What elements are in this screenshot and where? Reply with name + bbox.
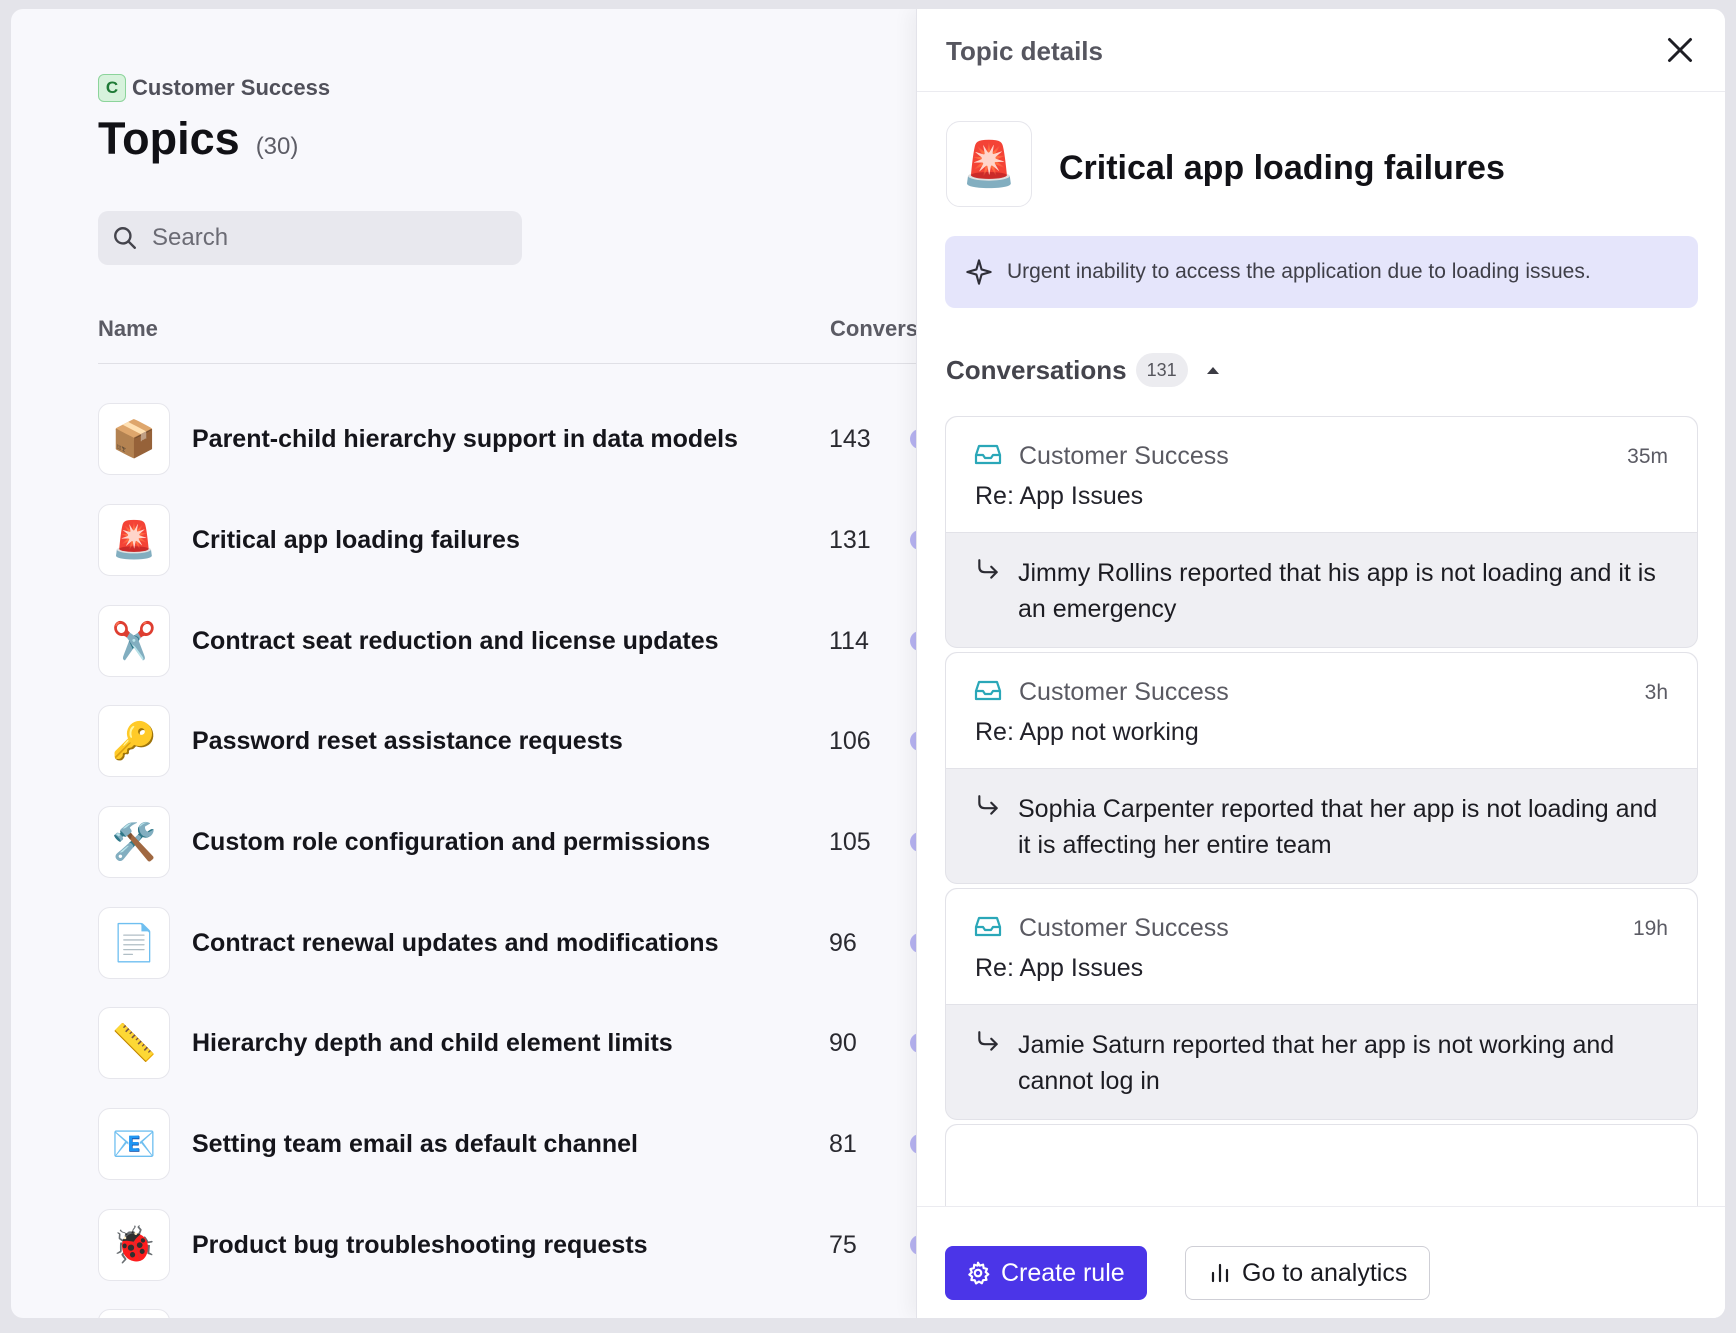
- table-row[interactable]: 🔑 Password reset assistance requests 106: [98, 705, 950, 777]
- create-rule-label: Create rule: [1001, 1258, 1125, 1287]
- conversation-count: 143: [829, 424, 871, 453]
- drawer-title: Topic details: [946, 36, 1103, 66]
- conversations-count-badge: 131: [1135, 353, 1188, 387]
- bug-icon: 🐞: [98, 1209, 170, 1281]
- search-box[interactable]: [98, 211, 522, 265]
- go-to-analytics-button[interactable]: Go to analytics: [1185, 1246, 1431, 1300]
- siren-icon: 🚨: [946, 121, 1032, 207]
- create-rule-button[interactable]: Create rule: [945, 1246, 1147, 1300]
- key-icon: 🔑: [98, 705, 170, 777]
- card-header: Customer Success 3h Re: App not working: [946, 653, 1697, 769]
- column-header-name[interactable]: Name: [98, 316, 158, 342]
- reply-arrow-icon: [978, 559, 998, 579]
- table-row[interactable]: 🛠️ Custom role configuration and permiss…: [98, 806, 950, 878]
- search-icon: [114, 227, 136, 249]
- drawer-footer: Create rule Go to analytics: [917, 1206, 1725, 1318]
- topic-name[interactable]: Hierarchy depth and child element limits: [192, 1029, 673, 1058]
- conversation-count: 105: [829, 827, 871, 856]
- conversation-subject: Re: App not working: [975, 718, 1199, 746]
- table-row[interactable]: 📧 Setting team email as default channel …: [98, 1108, 950, 1180]
- app-window: C Customer Success Topics (30) Name Conv…: [11, 9, 1725, 1318]
- conversation-count: 90: [829, 1028, 857, 1057]
- go-to-analytics-label: Go to analytics: [1242, 1258, 1408, 1287]
- conversation-count: 75: [829, 1230, 857, 1259]
- caret-up-icon: [1206, 367, 1219, 374]
- table-row[interactable]: [98, 1309, 928, 1318]
- conversation-card[interactable]: Customer Success 19h Re: App Issues Jami…: [945, 888, 1698, 1120]
- card-header: Customer Success 19h Re: App Issues: [946, 889, 1697, 1005]
- channel-name: Customer Success: [1019, 678, 1229, 706]
- reply-arrow-icon: [978, 1031, 998, 1051]
- conversations-list: Customer Success 35m Re: App Issues Jimm…: [945, 406, 1700, 1206]
- table-row[interactable]: 🐞 Product bug troubleshooting requests 7…: [98, 1209, 950, 1281]
- gear-icon: [968, 1261, 990, 1285]
- topic-name[interactable]: Contract renewal updates and modificatio…: [192, 929, 718, 958]
- topics-panel: C Customer Success Topics (30) Name Conv…: [98, 9, 950, 1318]
- conversation-count: 96: [829, 928, 857, 957]
- document-icon: 📄: [98, 907, 170, 979]
- timestamp: 35m: [1627, 445, 1668, 468]
- ai-summary: Urgent inability to access the applicati…: [945, 236, 1698, 308]
- tools-icon: 🛠️: [98, 806, 170, 878]
- siren-icon: 🚨: [98, 504, 170, 576]
- table-row[interactable]: 📏 Hierarchy depth and child element limi…: [98, 1007, 950, 1079]
- inbox-icon: [974, 680, 1002, 701]
- conversation-subject: Re: App Issues: [975, 482, 1144, 510]
- conversation-subject: Re: App Issues: [975, 954, 1144, 982]
- workspace-label: C Customer Success: [98, 74, 330, 102]
- conversation-count: 106: [829, 726, 871, 755]
- sparkle-icon: [966, 259, 992, 285]
- bar-chart-icon: [1211, 1263, 1229, 1283]
- workspace-name: Customer Success: [132, 75, 331, 100]
- conversation-card[interactable]: Customer Success 3h Re: App not working …: [945, 652, 1698, 884]
- topic-icon: [98, 1309, 170, 1318]
- card-header: [946, 1125, 1697, 1206]
- close-icon[interactable]: [1662, 32, 1698, 68]
- conversation-summary: Sophia Carpenter reported that her app i…: [1018, 795, 1658, 859]
- summary-text: Urgent inability to access the applicati…: [1007, 260, 1591, 283]
- topic-title: Critical app loading failures: [1059, 149, 1505, 187]
- topic-details-drawer: Topic details 🚨 Critical app loading fai…: [916, 9, 1725, 1318]
- timestamp: 3h: [1644, 681, 1668, 704]
- topic-name[interactable]: Parent-child hierarchy support in data m…: [192, 425, 738, 454]
- conversations-label: Conversations: [946, 354, 1127, 385]
- topic-name[interactable]: Product bug troubleshooting requests: [192, 1231, 648, 1260]
- conversation-card[interactable]: [945, 1124, 1698, 1206]
- inbox-icon: [974, 916, 1002, 937]
- search-input[interactable]: [152, 224, 492, 252]
- table-row[interactable]: ✂️ Contract seat reduction and license u…: [98, 605, 950, 677]
- topic-name[interactable]: Custom role configuration and permission…: [192, 828, 710, 857]
- conversation-count: 131: [829, 525, 871, 554]
- table-row[interactable]: 📦 Parent-child hierarchy support in data…: [98, 403, 950, 475]
- workspace-badge: C: [98, 74, 126, 102]
- topic-name[interactable]: Contract seat reduction and license upda…: [192, 627, 719, 656]
- collapse-toggle[interactable]: [1202, 359, 1224, 381]
- scissors-icon: ✂️: [98, 605, 170, 677]
- package-icon: 📦: [98, 403, 170, 475]
- topic-name[interactable]: Setting team email as default channel: [192, 1130, 638, 1159]
- conversation-count: 81: [829, 1129, 857, 1158]
- conversation-summary: Jimmy Rollins reported that his app is n…: [1018, 559, 1656, 623]
- page-title: Topics: [98, 113, 240, 164]
- conversation-card[interactable]: Customer Success 35m Re: App Issues Jimm…: [945, 416, 1698, 648]
- inbox-icon: [974, 444, 1002, 465]
- table-row[interactable]: 📄 Contract renewal updates and modificat…: [98, 907, 950, 979]
- ruler-icon: 📏: [98, 1007, 170, 1079]
- conversations-header: Conversations 131: [946, 353, 1224, 387]
- conversation-count: 114: [829, 626, 869, 655]
- header-divider: [98, 363, 928, 364]
- channel-name: Customer Success: [1019, 914, 1229, 942]
- page-heading: Topics (30): [98, 113, 298, 165]
- email-icon: 📧: [98, 1108, 170, 1180]
- topic-name[interactable]: Critical app loading failures: [192, 526, 520, 555]
- channel-name: Customer Success: [1019, 442, 1229, 470]
- conversation-summary: Jamie Saturn reported that her app is no…: [1018, 1031, 1615, 1095]
- topic-count: (30): [255, 133, 299, 160]
- reply-arrow-icon: [978, 795, 998, 815]
- card-header: Customer Success 35m Re: App Issues: [946, 417, 1697, 533]
- timestamp: 19h: [1632, 917, 1668, 940]
- topic-name[interactable]: Password reset assistance requests: [192, 727, 623, 756]
- table-row[interactable]: 🚨 Critical app loading failures 131: [98, 504, 950, 576]
- drawer-header: Topic details: [917, 9, 1725, 92]
